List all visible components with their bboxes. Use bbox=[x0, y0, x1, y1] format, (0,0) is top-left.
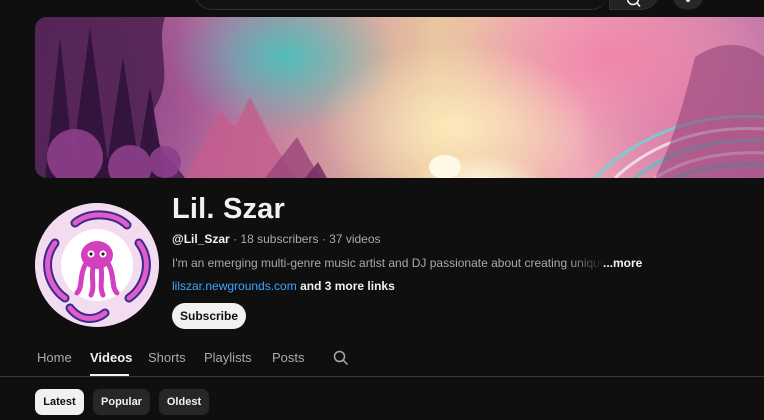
tab-shorts[interactable]: Shorts bbox=[148, 350, 186, 365]
tab-posts[interactable]: Posts bbox=[272, 350, 305, 365]
search-input[interactable] bbox=[194, 0, 609, 10]
chip-oldest[interactable]: Oldest bbox=[159, 389, 209, 415]
channel-name: Lil. Szar bbox=[172, 193, 285, 225]
tab-home[interactable]: Home bbox=[37, 350, 72, 365]
channel-meta: @Lil_Szar · 18 subscribers · 37 videos bbox=[172, 232, 381, 246]
subscriber-count: 18 subscribers bbox=[240, 232, 319, 246]
channel-banner bbox=[35, 17, 764, 178]
chip-latest[interactable]: Latest bbox=[35, 389, 84, 415]
channel-avatar[interactable] bbox=[35, 203, 159, 327]
tab-videos[interactable]: Videos bbox=[90, 350, 132, 365]
voice-search-button[interactable] bbox=[672, 0, 704, 10]
search-button[interactable] bbox=[609, 0, 659, 10]
channel-handle: @Lil_Szar bbox=[172, 232, 230, 246]
channel-search-icon[interactable] bbox=[333, 350, 349, 366]
channel-website-link[interactable]: lilszar.newgrounds.com bbox=[172, 279, 297, 293]
mic-icon bbox=[686, 0, 690, 2]
channel-description[interactable]: I'm an emerging multi-genre music artist… bbox=[172, 256, 612, 270]
subscribe-button[interactable]: Subscribe bbox=[172, 303, 246, 329]
channel-links: lilszar.newgrounds.com and 3 more links bbox=[172, 279, 395, 293]
tabs-divider bbox=[0, 376, 764, 377]
channel-description-text: I'm an emerging multi-genre music artist… bbox=[172, 256, 604, 270]
tab-playlists[interactable]: Playlists bbox=[204, 350, 252, 365]
chip-popular[interactable]: Popular bbox=[93, 389, 150, 415]
channel-tabs: Home Videos Shorts Playlists Posts bbox=[0, 340, 764, 377]
search-icon bbox=[626, 0, 641, 8]
video-count: 37 videos bbox=[329, 232, 381, 246]
description-more-link[interactable]: ...more bbox=[603, 256, 642, 270]
banner-art bbox=[35, 17, 764, 178]
more-links-link[interactable]: and 3 more links bbox=[300, 279, 395, 293]
octopus-avatar-icon bbox=[35, 203, 159, 327]
